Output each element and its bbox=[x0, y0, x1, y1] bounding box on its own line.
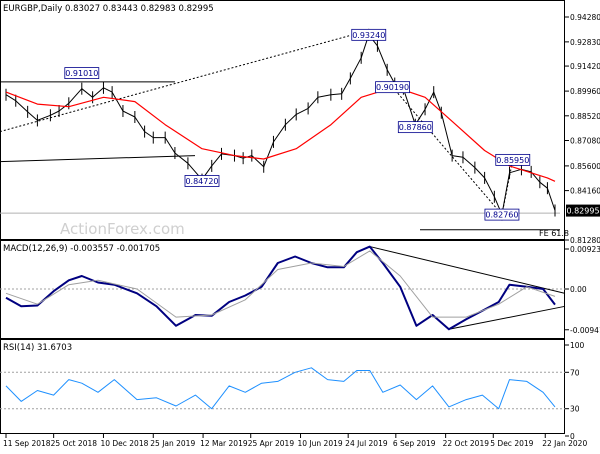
x-tick-label: 25 Oct 2018 bbox=[51, 439, 98, 448]
x-tick-label: 22 Oct 2019 bbox=[443, 439, 490, 448]
rsi-y-tick-label: 70 bbox=[570, 368, 580, 377]
price-panel-frame bbox=[0, 0, 565, 240]
y-tick-label: 0.91420 bbox=[570, 62, 600, 71]
price-annotation-label: 0.82760 bbox=[485, 211, 518, 220]
x-tick-label: 10 Jun 2019 bbox=[298, 439, 343, 448]
rsi-panel-frame bbox=[0, 339, 565, 434]
x-tick-label: 24 Jul 2019 bbox=[345, 439, 388, 448]
chart-window: ActionForex.com 0.91010 0.84720 0.93240 0.9… bbox=[0, 0, 600, 450]
chart-svg: ActionForex.com 0.91010 0.84720 0.93240 0.9… bbox=[0, 0, 600, 448]
x-tick-label: 25 Jan 2019 bbox=[150, 439, 195, 448]
y-tick-label: 0.92830 bbox=[570, 38, 600, 47]
x-tick-label: 12 Mar 2019 bbox=[200, 439, 248, 448]
price-annotation-label: 0.84720 bbox=[185, 177, 218, 186]
x-tick-label: 6 Sep 2019 bbox=[393, 439, 436, 448]
x-tick-label: 22 Jan 2020 bbox=[542, 439, 587, 448]
price-annotation-label: 0.85950 bbox=[496, 156, 529, 165]
price-annotation-label: 0.93240 bbox=[352, 31, 385, 40]
x-tick-label: 5 Dec 2019 bbox=[490, 439, 533, 448]
price-title: EURGBP,Daily 0.83027 0.83443 0.82983 0.8… bbox=[3, 4, 214, 14]
macd-y-tick-label: 0.00 bbox=[570, 285, 587, 294]
price-annotation-label: 0.91010 bbox=[65, 69, 98, 78]
macd-y-tick-label: 0.009237 bbox=[570, 245, 600, 254]
watermark: ActionForex.com bbox=[60, 220, 185, 238]
y-tick-label: 0.89960 bbox=[570, 87, 600, 96]
price-annotation-label: 0.87860 bbox=[399, 123, 432, 132]
rsi-y-tick-label: 100 bbox=[570, 341, 585, 350]
y-tick-label: 0.85600 bbox=[570, 162, 600, 171]
macd-y-tick-label: -0.009413 bbox=[570, 326, 600, 335]
y-tick-label: 0.88520 bbox=[570, 112, 600, 121]
x-tick-label: 25 Apr 2019 bbox=[248, 439, 295, 448]
y-tick-label: 0.84160 bbox=[570, 187, 600, 196]
rsi-title: RSI(14) 31.6703 bbox=[3, 343, 72, 353]
y-tick-label: 0.87080 bbox=[570, 137, 600, 146]
y-tick-label: 0.81280 bbox=[570, 236, 600, 245]
current-price-label: 0.82995 bbox=[566, 207, 599, 216]
x-tick-label: 10 Dec 2018 bbox=[100, 439, 148, 448]
fe-label: FE 61.8 bbox=[539, 229, 569, 238]
rsi-y-tick-label: 30 bbox=[570, 405, 580, 414]
y-tick-label: 0.94280 bbox=[570, 13, 600, 22]
price-annotation-label: 0.90190 bbox=[376, 83, 409, 92]
x-tick-label: 11 Sep 2018 bbox=[3, 439, 51, 448]
macd-title: MACD(12,26,9) -0.003557 -0.001705 bbox=[3, 244, 160, 254]
